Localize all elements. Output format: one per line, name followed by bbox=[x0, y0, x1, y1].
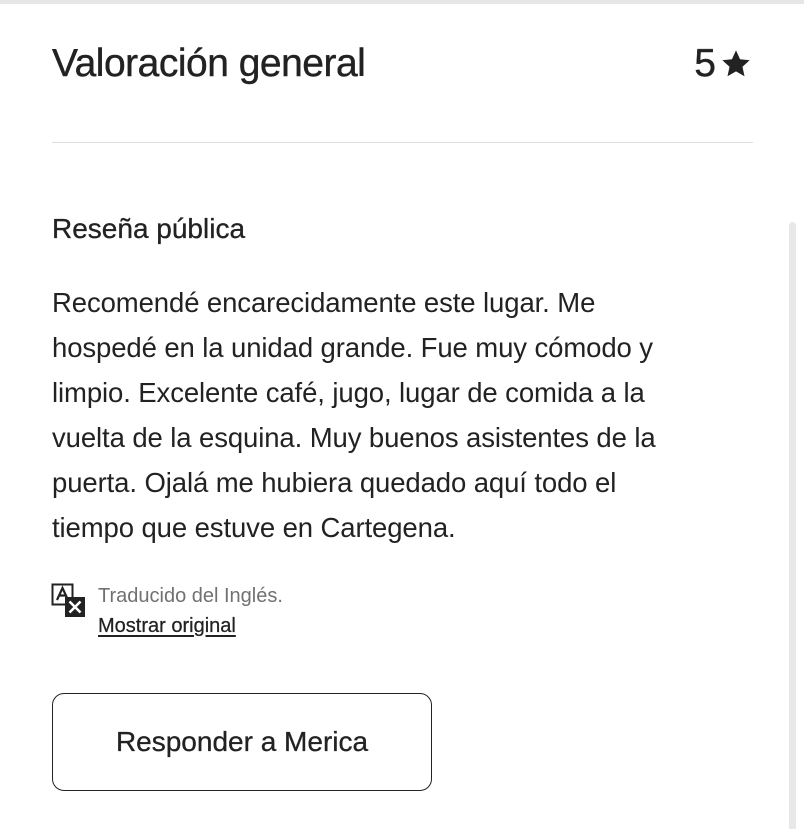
review-line: vuelta de la esquina. Muy buenos asisten… bbox=[52, 422, 656, 453]
overall-rating-score: 5 bbox=[694, 42, 752, 86]
review-text: Recomendé encarecidamente este lugar. Me… bbox=[52, 280, 752, 550]
review-line: limpio. Excelente café, jugo, lugar de c… bbox=[52, 377, 645, 408]
overall-rating-row: Valoración general 5 bbox=[52, 40, 752, 92]
review-line: puerta. Ojalá me hubiera quedado aquí to… bbox=[52, 467, 617, 498]
translate-icon bbox=[51, 583, 85, 617]
top-edge-divider bbox=[0, 0, 804, 4]
section-divider bbox=[52, 142, 753, 143]
overall-rating-title: Valoración general bbox=[52, 42, 366, 85]
review-line: Recomendé encarecidamente este lugar. Me bbox=[52, 287, 596, 318]
rating-value: 5 bbox=[694, 42, 716, 85]
reply-button-label: Responder a Merica bbox=[115, 726, 369, 757]
review-line: hospedé en la unidad grande. Fue muy cóm… bbox=[52, 332, 653, 363]
scrollbar[interactable] bbox=[789, 222, 796, 829]
star-icon bbox=[722, 50, 750, 77]
translated-note: Traducido del Inglés. bbox=[98, 585, 283, 607]
show-original-link[interactable]: Mostrar original bbox=[98, 615, 236, 638]
review-line: tiempo que estuve en Cartegena. bbox=[52, 512, 456, 543]
reply-button[interactable]: Responder a Merica bbox=[52, 693, 432, 791]
public-review-title: Reseña pública bbox=[52, 213, 246, 244]
